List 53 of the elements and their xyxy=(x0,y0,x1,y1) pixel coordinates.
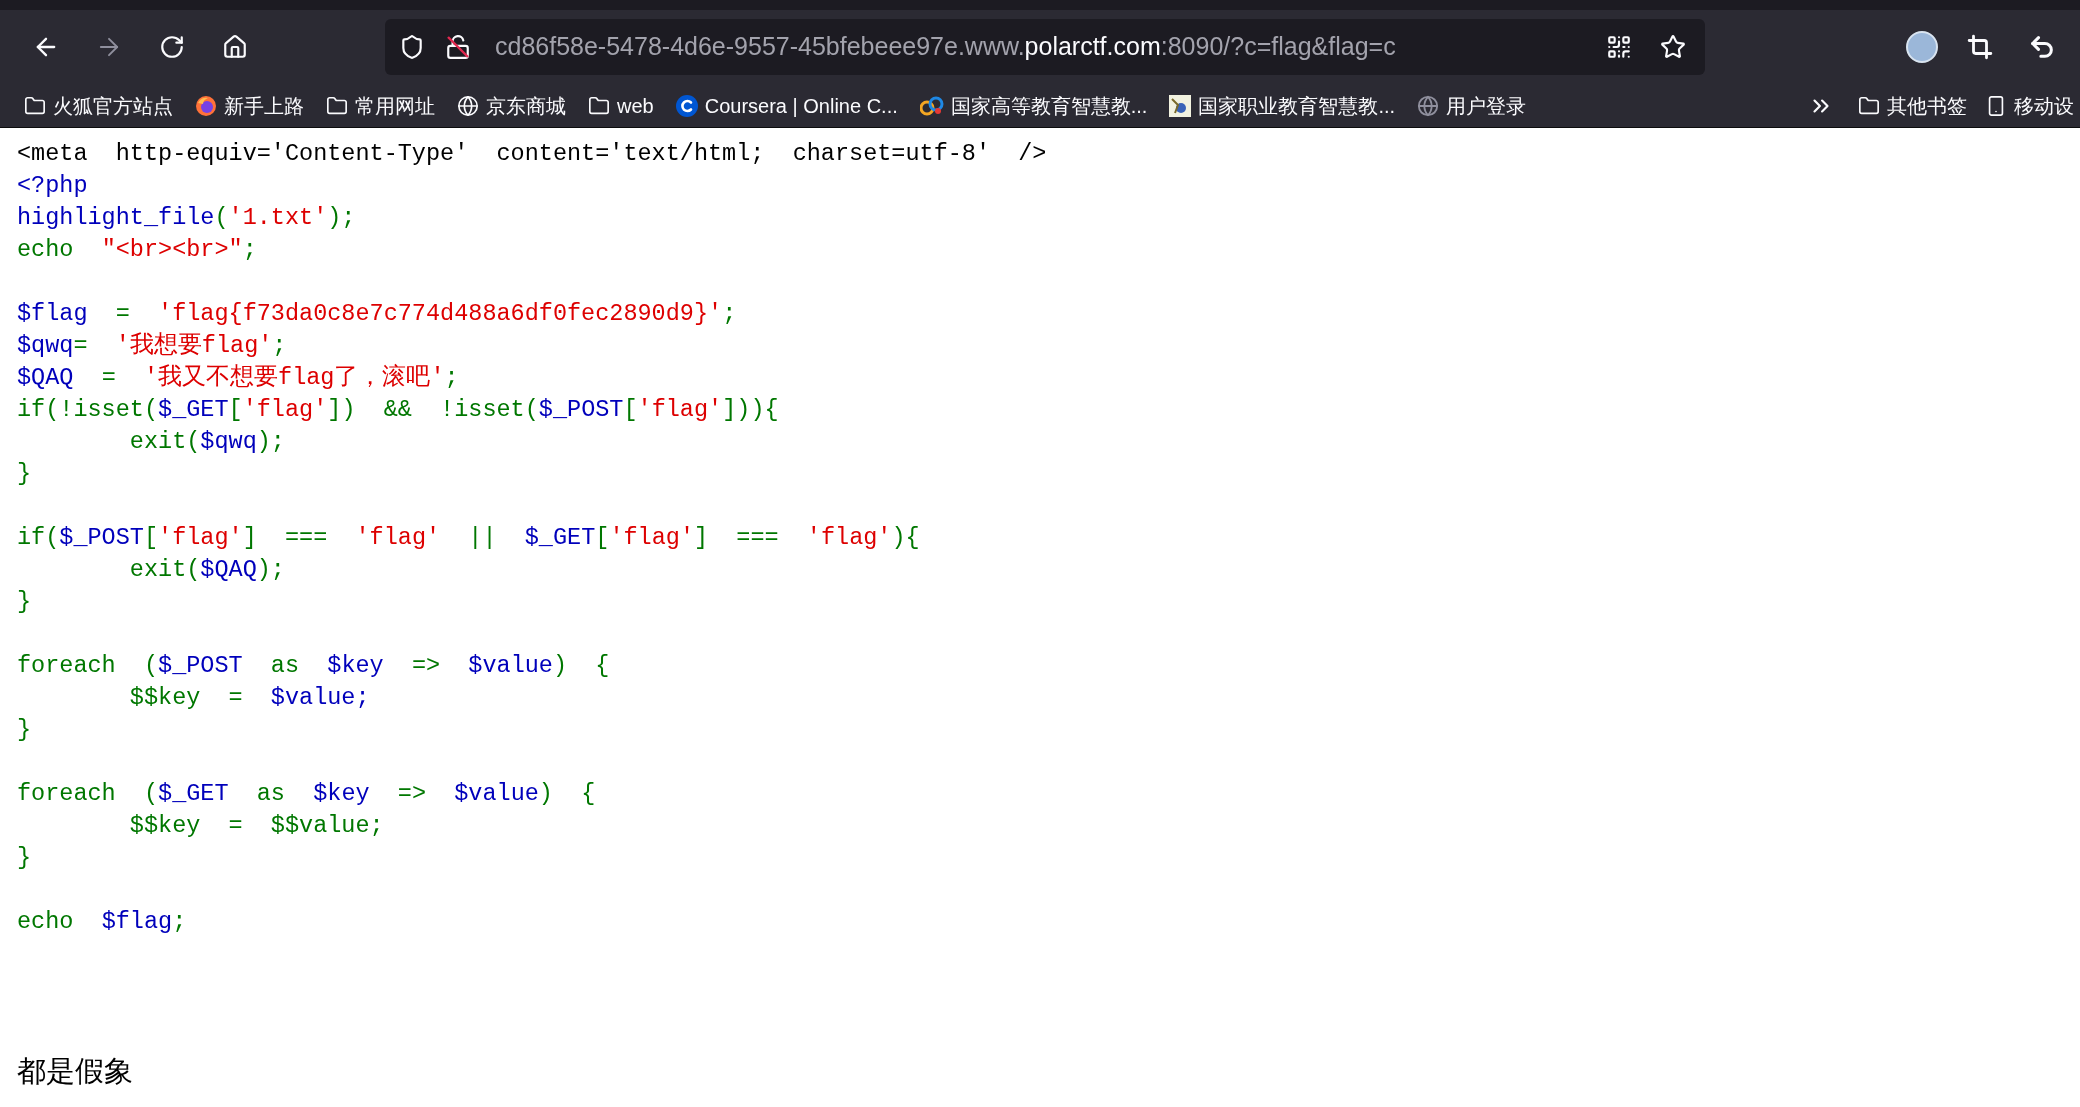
globe-icon xyxy=(457,94,479,117)
code-line: $flag = 'flag{f73da0c8e7c774d488a6df0fec2890d9}'; xyxy=(17,299,737,329)
bookmark-item[interactable]: 国家职业教育智慧教... xyxy=(1163,88,1402,123)
globe-icon xyxy=(1417,94,1440,117)
bookmark-item[interactable]: 新手上路 xyxy=(189,88,310,123)
shield-icon xyxy=(399,34,425,60)
bookmark-item[interactable]: web xyxy=(582,88,660,123)
account-avatar[interactable] xyxy=(1906,31,1938,63)
code-line: if($_POST['flag'] === 'flag' || $_GET['flag'] === 'flag'){ xyxy=(17,523,920,553)
code-line: highlight_file('1.txt'); xyxy=(17,203,356,233)
code-line: } xyxy=(17,843,32,873)
code-line: exit($QAQ); xyxy=(128,555,285,585)
folder-icon xyxy=(588,94,610,117)
bookmark-item[interactable]: Coursera | Online C... xyxy=(669,88,904,123)
reload-icon xyxy=(159,34,185,60)
bookmark-item[interactable]: 移动设 xyxy=(1979,88,2080,123)
fox-logo-icon xyxy=(195,94,217,117)
crop-icon xyxy=(1967,34,1993,60)
code-line: } xyxy=(17,459,32,489)
code-line: exit($qwq); xyxy=(128,427,285,457)
colorful-logo-icon xyxy=(919,94,944,117)
code-line: echo $flag; xyxy=(17,907,187,937)
coursera-logo-icon xyxy=(675,94,698,117)
code-line: $QAQ = '我又不想要flag了，滚吧'; xyxy=(17,363,459,393)
bookmark-item[interactable]: 用户登录 xyxy=(1411,88,1533,123)
bookmark-item[interactable]: 火狐官方站点 xyxy=(18,88,179,123)
code-line: <?php xyxy=(17,171,88,201)
qr-code-icon xyxy=(1606,34,1632,60)
folder-icon xyxy=(326,94,348,117)
code-line: <meta http-equiv='Content-Type' content='text/html; charset=utf-8' /> xyxy=(17,139,1047,169)
bookmark-item[interactable]: 其他书签 xyxy=(1852,88,1973,123)
folder-icon xyxy=(1858,94,1880,117)
bookmark-item[interactable]: 常用网址 xyxy=(320,88,441,123)
code-line: echo "<br><br>"; xyxy=(17,235,257,265)
code-line: } xyxy=(17,715,32,745)
url-text: cd86f58e-5478-4d6e-9557-45bfebeee97e.www.polarctf.com:8090/?c=flag&flag=c xyxy=(495,31,1396,63)
bookmark-item[interactable]: 京东商城 xyxy=(451,88,572,123)
undo-arrow-icon xyxy=(2028,33,2056,61)
code-line: $qwq= '我想要flag'; xyxy=(17,331,287,361)
code-line: if(!isset($_GET['flag']) && !isset($_POST['flag'])){ xyxy=(17,395,779,425)
code-line: foreach ($_POST as $key => $value) { xyxy=(17,651,610,681)
code-line: $$key = $value; xyxy=(128,683,370,713)
picture-logo-icon xyxy=(1169,94,1192,117)
code-line: foreach ($_GET as $key => $value) { xyxy=(17,779,596,809)
address-bar[interactable]: cd86f58e-5478-4d6e-9557-45bfebeee97e.www.polarctf.com:8090/?c=flag&flag=c xyxy=(385,19,1705,75)
star-icon xyxy=(1660,34,1686,60)
insecure-lock-icon xyxy=(445,34,471,60)
code-line: $$key = $$value; xyxy=(128,811,384,841)
bookmark-item[interactable]: 国家高等教育智慧教... xyxy=(913,88,1154,123)
folder-icon xyxy=(24,94,46,117)
code-line: } xyxy=(17,587,32,617)
page-text: 都是假象 xyxy=(16,1054,134,1089)
home-icon xyxy=(222,34,248,60)
